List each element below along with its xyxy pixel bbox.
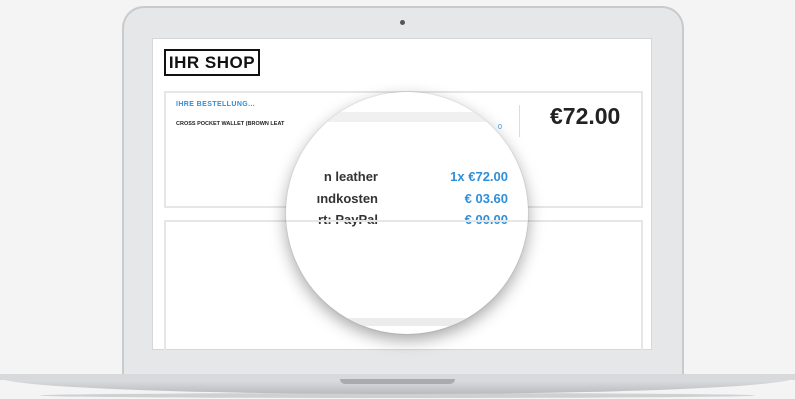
- magnifier-lens: n leather 1x €72.00 ındkosten € 03.60 rt…: [286, 92, 528, 334]
- magnified-row-label: ındkosten: [316, 191, 378, 206]
- magnified-bottom-bar: [346, 318, 496, 326]
- magnified-row-label: n leather: [323, 169, 378, 184]
- magnified-row-value: € 03.60: [464, 191, 508, 206]
- magnified-header-bar: [322, 112, 512, 122]
- magnified-row-value: 1x €72.00: [450, 169, 508, 184]
- partial-price-text: 0: [498, 124, 502, 131]
- order-item-name: CROSS POCKET WALLET (BROWN LEAT: [176, 121, 285, 127]
- magnified-row-product: n leather 1x €72.00: [286, 169, 528, 187]
- magnified-box-edge: [286, 220, 528, 222]
- order-total: €72.00: [550, 103, 621, 129]
- shop-logo[interactable]: IHR SHOP: [164, 49, 260, 76]
- order-title: IHRE BESTELLUNG...: [176, 101, 256, 108]
- webcam-icon: [400, 20, 405, 25]
- magnified-row-shipping: ındkosten € 03.60: [286, 191, 528, 209]
- vertical-divider: [519, 105, 520, 137]
- laptop-hinge-notch: [340, 379, 455, 384]
